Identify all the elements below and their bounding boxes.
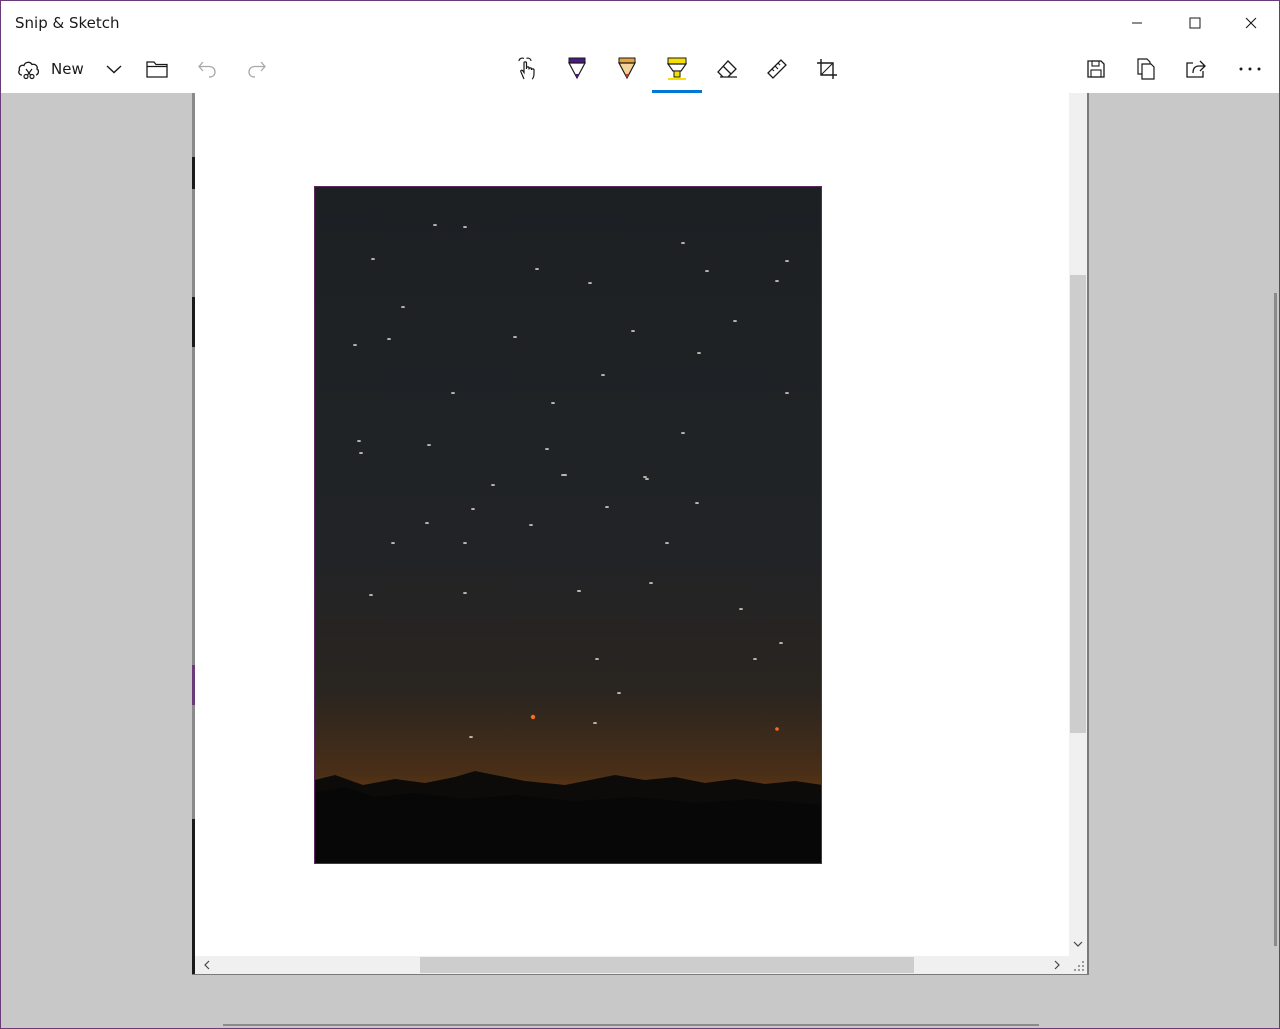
chevron-right-icon (1054, 960, 1060, 970)
copy-button[interactable] (1125, 45, 1167, 93)
chevron-down-icon (106, 65, 122, 74)
maximize-button[interactable] (1167, 1, 1223, 45)
open-file-button[interactable] (137, 45, 177, 93)
chevron-left-icon (204, 960, 210, 970)
toolbar: New (1, 45, 1279, 93)
eraser-icon (717, 60, 737, 78)
ruler-icon (767, 59, 787, 79)
touch-writing-icon (518, 57, 535, 80)
scroll-left-button[interactable] (199, 957, 215, 973)
more-icon (1239, 67, 1261, 71)
pen-icon (568, 57, 586, 80)
crop-icon (817, 59, 837, 79)
minimize-icon (1132, 22, 1142, 24)
close-button[interactable] (1223, 1, 1279, 45)
new-label: New (51, 60, 84, 78)
vertical-scrollbar[interactable] (1069, 93, 1087, 956)
vertical-scroll-thumb[interactable] (1070, 275, 1086, 733)
app-window: Snip & Sketch New (0, 0, 1280, 1029)
night-sky-photo (314, 186, 822, 864)
outer-vertical-scrollbar[interactable] (1274, 293, 1277, 946)
eraser-button[interactable] (707, 45, 747, 93)
save-button[interactable] (1075, 45, 1117, 93)
redo-button[interactable] (237, 45, 277, 93)
title-bar: Snip & Sketch (1, 1, 1279, 45)
more-button[interactable] (1227, 45, 1273, 93)
touch-writing-button[interactable] (507, 45, 547, 93)
canvas-bottom-edge (192, 974, 1089, 975)
outer-horizontal-scrollbar[interactable] (223, 1024, 1039, 1026)
highlighter-button[interactable] (652, 45, 702, 93)
scroll-right-button[interactable] (1049, 957, 1065, 973)
undo-icon (198, 61, 216, 78)
folder-icon (146, 61, 168, 78)
pencil-button[interactable] (607, 45, 647, 93)
snip-icon (18, 61, 40, 80)
share-icon (1186, 60, 1206, 78)
chevron-down-icon (1073, 941, 1083, 947)
redo-icon (248, 61, 266, 78)
crop-button[interactable] (807, 45, 847, 93)
image-canvas[interactable] (195, 93, 1069, 956)
highlighter-icon (666, 57, 688, 80)
maximize-icon (1189, 17, 1201, 29)
horizontal-scroll-thumb[interactable] (420, 957, 914, 973)
new-options-button[interactable] (97, 45, 131, 93)
ruler-button[interactable] (757, 45, 797, 93)
ballpoint-pen-button[interactable] (557, 45, 597, 93)
share-button[interactable] (1175, 45, 1217, 93)
save-icon (1087, 60, 1105, 78)
photo-stars (315, 224, 821, 863)
scroll-down-button[interactable] (1069, 936, 1087, 952)
resize-grip-icon (1074, 961, 1084, 971)
close-icon (1245, 17, 1257, 29)
copy-icon (1137, 58, 1155, 80)
app-title: Snip & Sketch (15, 14, 120, 32)
horizontal-scrollbar[interactable] (195, 956, 1069, 974)
resize-grip[interactable] (1069, 956, 1087, 974)
new-snip-button[interactable]: New (7, 45, 101, 93)
minimize-button[interactable] (1109, 1, 1165, 45)
pencil-icon (618, 57, 636, 80)
canvas-right-edge (1087, 93, 1089, 975)
undo-button[interactable] (187, 45, 227, 93)
